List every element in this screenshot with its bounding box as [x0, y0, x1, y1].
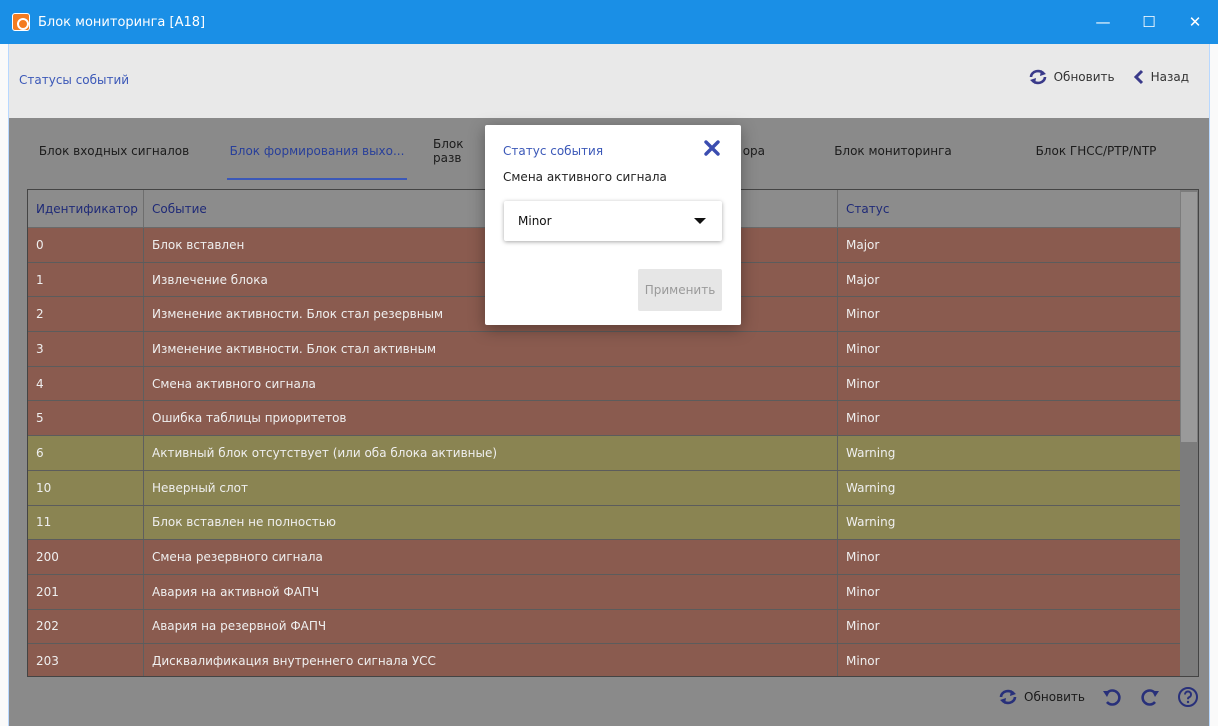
- table-row[interactable]: 203 Дисквалификация внутреннего сигнала У…: [28, 644, 1198, 676]
- tab-monitoring[interactable]: Блок мониторинга: [795, 118, 991, 184]
- table-row[interactable]: 200 Смена резервного сигнала Minor: [28, 540, 1198, 575]
- tab-output-forming[interactable]: Блок формирования выхо...: [219, 118, 415, 184]
- table-row[interactable]: 5 Ошибка таблицы приоритетов Minor: [28, 401, 1198, 437]
- dropdown-arrow-icon: [694, 218, 706, 224]
- column-header-id[interactable]: Идентификатор: [28, 190, 144, 227]
- undo-icon: [1103, 689, 1121, 706]
- tab-gnss-ptp-ntp[interactable]: Блок ГНСС/PTP/NTP: [991, 118, 1201, 184]
- close-icon: [704, 140, 720, 156]
- table-row[interactable]: 11 Блок вставлен не полностью Warning: [28, 505, 1198, 541]
- minimize-button[interactable]: —: [1080, 0, 1126, 44]
- refresh-icon: [1029, 69, 1046, 85]
- table-row[interactable]: 201 Авария на активной ФАПЧ Minor: [28, 574, 1198, 610]
- table-row[interactable]: 10 Неверный слот Warning: [28, 470, 1198, 506]
- table-row[interactable]: 202 Авария на резервной ФАПЧ Minor: [28, 609, 1198, 645]
- close-button[interactable]: ✕: [1172, 0, 1218, 44]
- apply-button[interactable]: Применить: [638, 269, 722, 311]
- undo-button[interactable]: [1101, 686, 1123, 708]
- footer-refresh-label: Обновить: [1024, 690, 1085, 704]
- help-icon: [1178, 687, 1198, 707]
- event-status-dialog: Статус события Смена активного сигнала M…: [485, 125, 741, 325]
- refresh-icon: [999, 689, 1017, 705]
- header-actions: Обновить Назад: [1028, 69, 1189, 85]
- help-button[interactable]: [1177, 686, 1199, 708]
- dialog-title: Статус события: [503, 144, 604, 158]
- breadcrumb[interactable]: Статусы событий: [19, 73, 129, 87]
- window-title: Блок мониторинга [A18]: [38, 14, 206, 30]
- redo-button[interactable]: [1139, 686, 1161, 708]
- table-row[interactable]: 4 Смена активного сигнала Minor: [28, 366, 1198, 402]
- back-label: Назад: [1150, 70, 1189, 84]
- window-titlebar: Блок мониторинга [A18] — ☐ ✕: [0, 0, 1218, 44]
- refresh-label: Обновить: [1053, 70, 1115, 84]
- status-select-value: Minor: [518, 214, 552, 228]
- scrollbar-thumb[interactable]: [1181, 192, 1197, 442]
- refresh-button[interactable]: Обновить: [1028, 69, 1115, 85]
- status-select[interactable]: Minor: [504, 201, 722, 241]
- page-header: Статусы событий Обновить Назад: [8, 44, 1210, 118]
- chevron-left-icon: [1133, 69, 1143, 85]
- app-logo-icon: [12, 13, 30, 31]
- dialog-event-name: Смена активного сигнала: [503, 170, 667, 184]
- footer-actions: Обновить: [998, 686, 1199, 708]
- table-scrollbar[interactable]: [1180, 190, 1198, 676]
- dialog-close-button[interactable]: [701, 137, 723, 159]
- window-controls: — ☐ ✕: [1080, 0, 1218, 44]
- redo-icon: [1141, 689, 1159, 706]
- back-button[interactable]: Назад: [1133, 69, 1189, 85]
- tab-input-signals[interactable]: Блок входных сигналов: [9, 118, 219, 184]
- tab-distribution[interactable]: Блок разв: [415, 118, 475, 184]
- column-header-status[interactable]: Статус: [838, 190, 1176, 227]
- footer-refresh-button[interactable]: Обновить: [998, 689, 1085, 705]
- table-row[interactable]: 3 Изменение активности. Блок стал активны…: [28, 332, 1198, 367]
- table-row[interactable]: 6 Активный блок отсутствует (или оба блок…: [28, 436, 1198, 471]
- maximize-button[interactable]: ☐: [1126, 0, 1172, 44]
